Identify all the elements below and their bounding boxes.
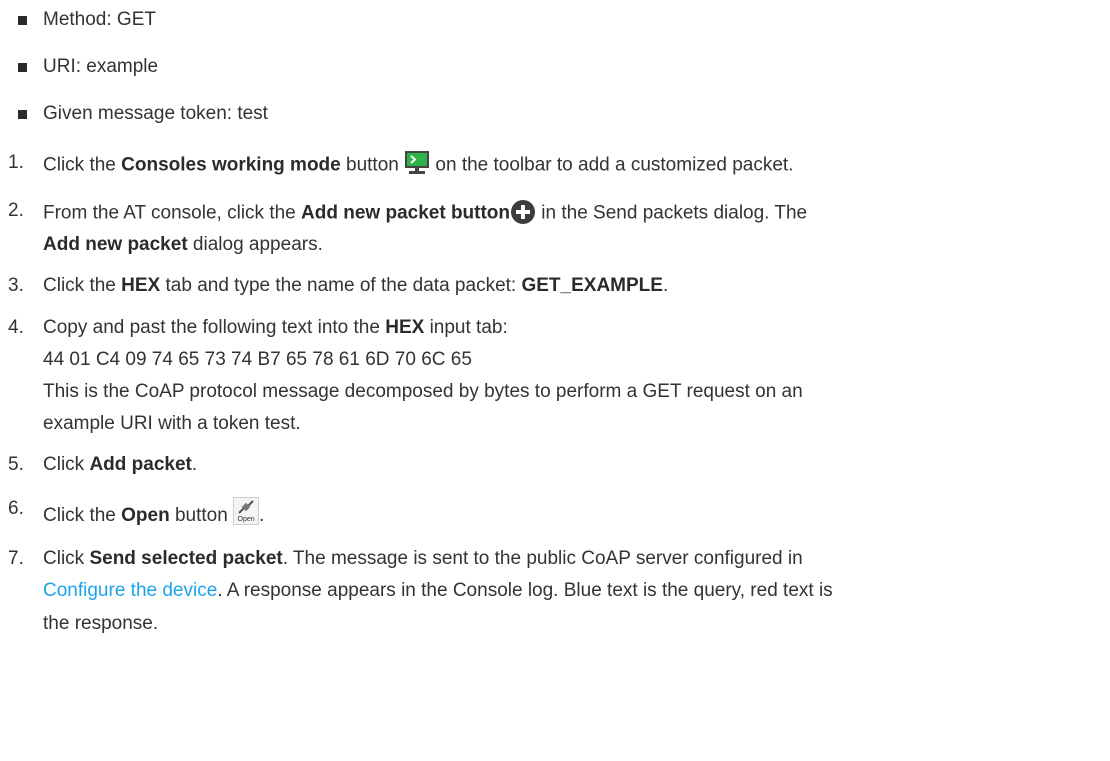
step-number: 1. [8,152,24,173]
add-circle-icon [510,199,536,228]
step-text: Click Send selected packet. The message … [43,548,803,569]
step-text: Click the Open button Open. [43,497,264,528]
step-number: 2. [8,200,24,221]
step-description: This is the CoAP protocol message decomp… [43,381,803,402]
step-text: Copy and past the following text into th… [43,317,508,338]
step-text-continued: the response. [43,613,159,634]
step-number: 7. [8,548,24,569]
step-number: 4. [8,317,24,338]
step-text: Click the Consoles working mode button o… [43,151,793,180]
step-text: Click Add packet. [43,454,198,475]
open-connection-icon: Open [233,497,260,525]
bullet-text: Method: GET [43,9,156,30]
configure-device-link[interactable]: Configure the device [43,580,217,601]
step-text: From the AT console, click the Add new p… [43,199,807,228]
step-number: 5. [8,454,24,475]
step-number: 6. [8,498,24,519]
step-number: 3. [8,275,24,296]
bullet-text: URI: example [43,56,159,77]
bullet-marker [18,110,27,119]
step-text-continued: Configure the device. A response appears… [43,580,833,601]
open-icon-label: Open [237,516,255,523]
step-description: example URI with a token test. [43,413,301,434]
bullet-text: Given message token: test [43,103,268,124]
bullet-marker [18,16,27,25]
document-page: Method: GET URI: example Given message t… [0,0,1110,761]
step-text: Click the HEX tab and type the name of t… [43,275,669,296]
console-monitor-icon [404,151,430,180]
hex-payload: 44 01 C4 09 74 65 73 74 B7 65 78 61 6D 7… [43,349,472,370]
bullet-marker [18,63,27,72]
step-text-continued: Add new packet dialog appears. [43,234,323,255]
